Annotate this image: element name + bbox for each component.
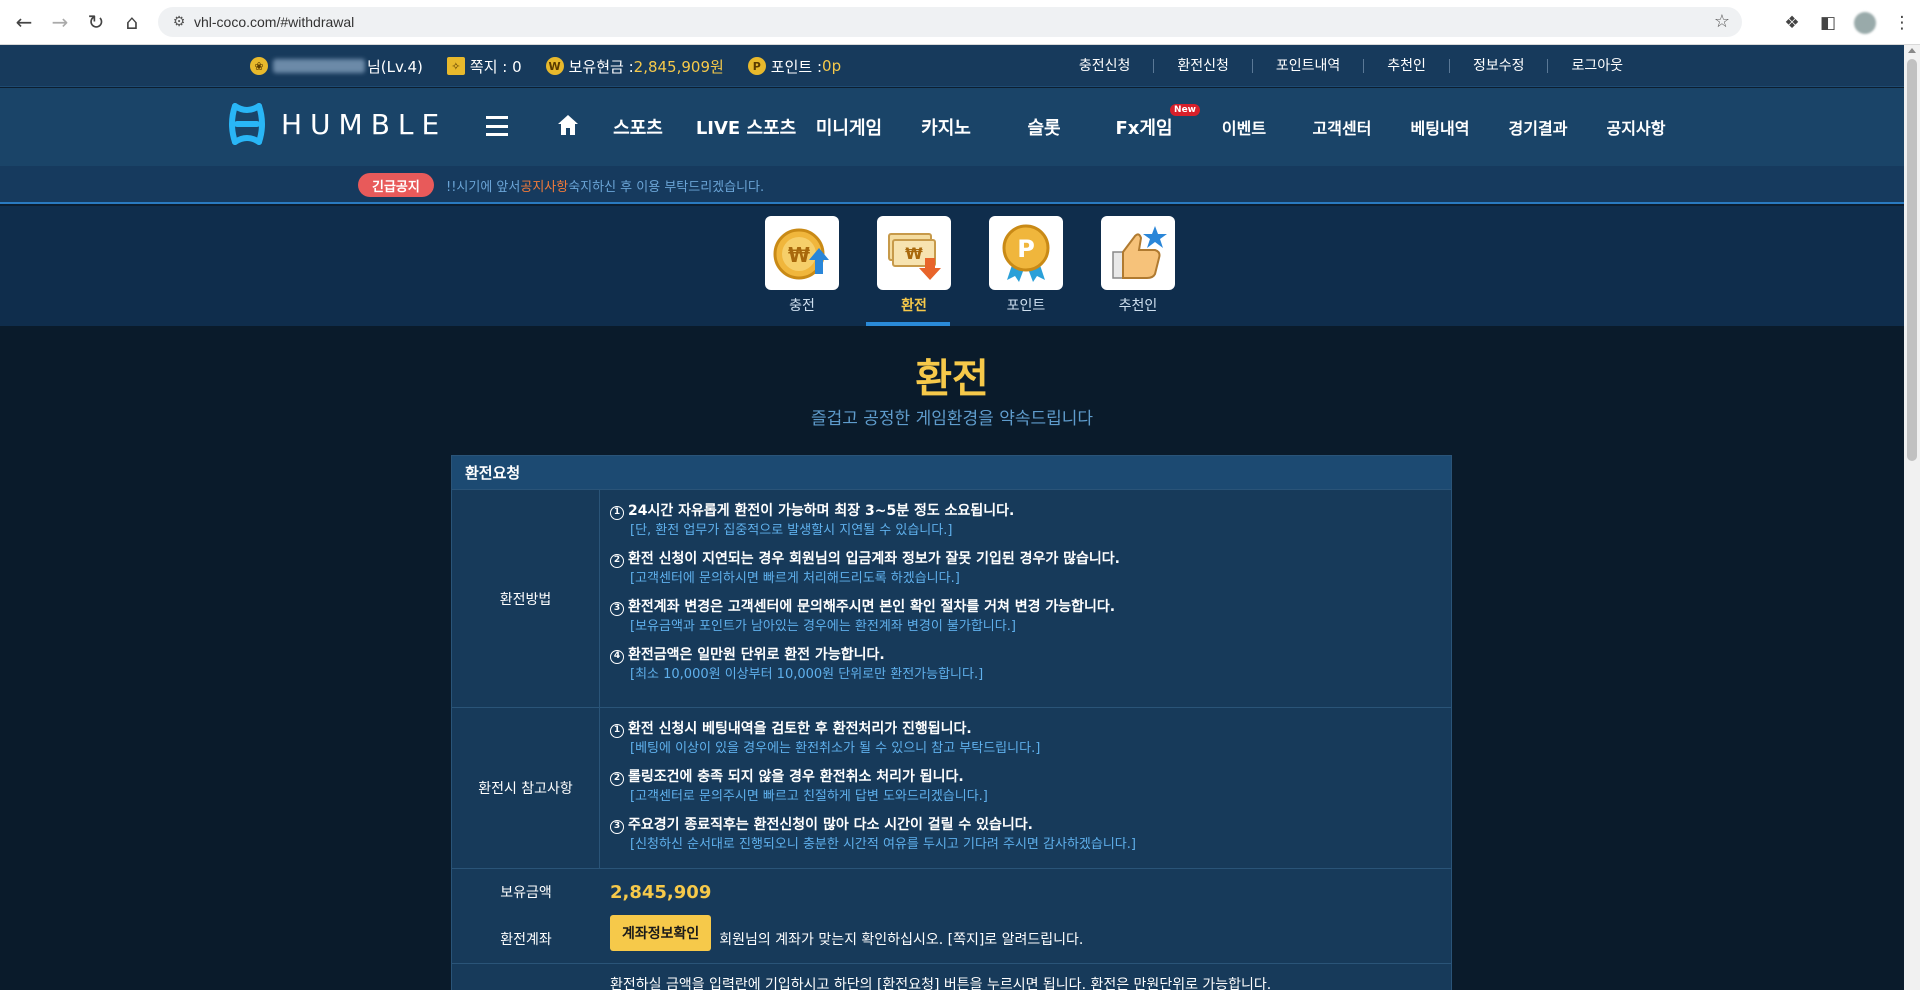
nav-betting-history[interactable]: 베팅내역 [1402, 115, 1478, 139]
account-hint: 회원님의 계좌가 맞는지 확인하십시오. [쪽지]로 알려드립니다. [719, 932, 1084, 948]
notes-item-3: 3 주요경기 종료직후는 환전신청이 많아 다소 시간이 걸릴 수 있습니다. [… [452, 816, 1451, 854]
svg-text:P: P [1017, 235, 1035, 263]
back-icon[interactable]: ← [6, 4, 42, 40]
link-withdraw-request[interactable]: 환전신청 [1153, 59, 1252, 73]
new-badge: New [1170, 104, 1200, 116]
withdrawal-content: 환전 즐겁고 공정한 게임환경을 약속드립니다 환전요청 환전방법 1 24시간 … [0, 326, 1904, 990]
memo-count[interactable]: ✧ 쪽지 : 0 [446, 56, 522, 77]
nav-customer-center[interactable]: 고객센터 [1304, 115, 1380, 139]
balance-row: 보유금액 2,845,909 [452, 869, 1451, 915]
address-url[interactable]: vhl-coco.com/#withdrawal [194, 14, 354, 30]
logo-text: HUMBLE [281, 107, 448, 141]
point-balance: P 포인트 : 0p [747, 56, 841, 77]
method-item-1: 1 24시간 자유롭게 환전이 가능하며 최장 3~5분 정도 소요됩니다. [단… [452, 502, 1451, 540]
side-panel-icon[interactable]: ◧ [1810, 5, 1846, 41]
nav-menu: 스포츠 LIVE 스포츠 미니게임 카지노 슬롯 Fx게임 New 이벤트 고객센… [600, 88, 1674, 166]
site-logo[interactable]: HUMBLE [227, 100, 447, 148]
humble-logo-icon [229, 103, 265, 145]
method-item-2: 2 환전 신청이 지연되는 경우 회원님의 입금계좌 정보가 잘못 기입된 경우가… [452, 550, 1451, 588]
urgent-notice-bar: 긴급공지 !!시기에 앞서 공지사항 숙지하신 후 이용 부탁드리겠습니다. [0, 166, 1904, 204]
method-item-4: 4 환전금액은 일만원 단위로 환전 가능합니다. [최소 10,000원 이상부… [452, 646, 1451, 684]
urgent-notice-message[interactable]: !!시기에 앞서 공지사항 숙지하신 후 이용 부탁드리겠습니다. [446, 166, 764, 204]
link-logout[interactable]: 로그아웃 [1547, 59, 1646, 73]
point-medal-icon: P [989, 216, 1063, 290]
link-edit-profile[interactable]: 정보수정 [1448, 59, 1548, 73]
panel-header: 환전요청 [452, 456, 1451, 490]
more-menu-icon[interactable]: ⋮ [1884, 5, 1920, 41]
link-deposit-request[interactable]: 충전신청 [1056, 59, 1154, 73]
withdrawal-request-panel: 환전요청 환전방법 1 24시간 자유롭게 환전이 가능하며 최장 3~5분 정도… [451, 455, 1452, 990]
svg-text:₩: ₩ [788, 243, 810, 267]
nav-slot[interactable]: 슬롯 [1006, 114, 1082, 140]
bookmark-star-icon[interactable]: ☆ [1714, 11, 1730, 32]
account-row: 환전계좌 계좌정보확인 회원님의 계좌가 맞는지 확인하십시오. [쪽지]로 알… [452, 915, 1451, 963]
nav-live-sports[interactable]: LIVE 스포츠 [688, 114, 804, 140]
balance-value: 2,845,909 [610, 881, 712, 903]
won-coin-icon: W [545, 57, 564, 75]
user-info-bar: ❀ 님(Lv.4) ✧ 쪽지 : 0 W 보유현금 : 2,845,909원 P… [0, 45, 1904, 87]
blurred-username [273, 59, 365, 73]
tab-referral[interactable]: 추천인 [1082, 216, 1194, 315]
method-row: 환전방법 1 24시간 자유롭게 환전이 가능하며 최장 3~5분 정도 소요됩니… [452, 490, 1451, 708]
method-item-3: 3 환전계좌 변경은 고객센터에 문의해주시면 본인 확인 절차를 거쳐 변경 가… [452, 598, 1451, 636]
money-tabs-area: ₩ 충전 ₩ 환전 P 포인트 추천인 [0, 206, 1904, 326]
browser-toolbar: ← → ↻ ⌂ ⚙ vhl-coco.com/#withdrawal ☆ ❖ ◧… [0, 0, 1920, 45]
nav-fx-game[interactable]: Fx게임 New [1106, 104, 1200, 140]
coin-deposit-icon: ₩ [765, 216, 839, 290]
nav-casino[interactable]: 카지노 [908, 114, 984, 140]
profile-avatar[interactable] [1854, 11, 1876, 34]
extensions-icon[interactable]: ❖ [1774, 5, 1810, 41]
cash-balance: W 보유현금 : 2,845,909원 [545, 56, 724, 77]
tab-deposit[interactable]: ₩ 충전 [746, 216, 858, 315]
link-referral[interactable]: 추천인 [1363, 59, 1449, 73]
notes-row: 환전시 참고사항 1 환전 신청시 베팅내역을 검토한 후 환전처리가 진행됩니다… [452, 708, 1451, 869]
tab-withdraw[interactable]: ₩ 환전 [858, 216, 970, 326]
laurel-icon: ❀ [250, 57, 268, 75]
account-links: 충전신청 환전신청 포인트내역 추천인 정보수정 로그아웃 [1056, 45, 1646, 87]
nav-minigame[interactable]: 미니게임 [810, 114, 888, 140]
page-subtitle: 즐겁고 공정한 게임환경을 약속드립니다 [810, 409, 1094, 429]
urgent-notice-tag: 긴급공지 [358, 173, 434, 197]
ribbon-icon: ✧ [446, 57, 465, 75]
check-account-button[interactable]: 계좌정보확인 [610, 915, 712, 951]
tab-point[interactable]: P 포인트 [970, 216, 1082, 315]
scroll-up-icon[interactable] [1908, 48, 1916, 53]
page-title: 환전 [915, 356, 989, 402]
account-label: 환전계좌 [500, 932, 552, 948]
home-nav-icon[interactable] [556, 113, 580, 137]
home-icon[interactable]: ⌂ [114, 4, 150, 40]
cash-withdraw-icon: ₩ [877, 216, 951, 290]
thumbs-up-icon [1101, 216, 1175, 290]
main-navigation: HUMBLE 스포츠 LIVE 스포츠 미니게임 카지노 슬롯 Fx게임 New … [0, 88, 1904, 166]
amount-instructions: 환전하실 금액을 입력란에 기입하시고 하단의 [환전요청] 버튼을 누르시면 … [452, 963, 1451, 990]
nav-sports[interactable]: 스포츠 [600, 114, 676, 140]
nav-notices[interactable]: 공지사항 [1598, 115, 1674, 139]
link-point-history[interactable]: 포인트내역 [1251, 59, 1363, 73]
balance-label: 보유금액 [500, 885, 552, 901]
user-level: ❀ 님(Lv.4) [250, 56, 423, 77]
svg-text:₩: ₩ [905, 244, 923, 263]
page-scrollbar[interactable] [1904, 45, 1920, 990]
nav-game-results[interactable]: 경기결과 [1500, 115, 1576, 139]
hamburger-menu-icon[interactable] [486, 116, 508, 136]
point-coin-icon: P [747, 57, 766, 75]
scrollbar-thumb[interactable] [1907, 59, 1917, 461]
nav-event[interactable]: 이벤트 [1206, 115, 1282, 139]
notes-item-1: 1 환전 신청시 베팅내역을 검토한 후 환전처리가 진행됩니다. [베팅에 이상… [452, 720, 1451, 758]
site-info-icon[interactable]: ⚙ [164, 14, 194, 30]
address-bar[interactable]: ⚙ vhl-coco.com/#withdrawal ☆ [158, 7, 1742, 37]
forward-icon[interactable]: → [42, 4, 78, 40]
notes-item-2: 2 롤링조건에 충족 되지 않을 경우 환전취소 처리가 됩니다. [고객센터로 … [452, 768, 1451, 806]
reload-icon[interactable]: ↻ [78, 4, 114, 40]
page-viewport: ❀ 님(Lv.4) ✧ 쪽지 : 0 W 보유현금 : 2,845,909원 P… [0, 45, 1904, 990]
